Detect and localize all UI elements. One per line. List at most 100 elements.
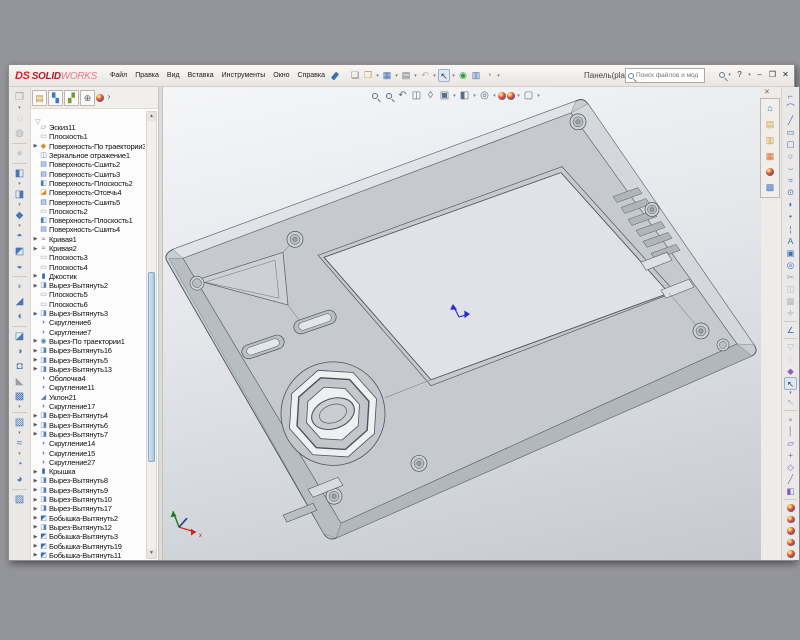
tree-item[interactable]: ▶ ▮ Джостик bbox=[32, 272, 145, 281]
taskpane-design-library-icon[interactable]: ▤ bbox=[763, 118, 777, 131]
tree-item[interactable]: ▭ Плоскость4 bbox=[32, 262, 145, 272]
tree-item[interactable]: ◗ Скругление27 bbox=[32, 458, 145, 467]
tree-item[interactable]: ▶ ◨ Вырез-Вытянуть13 bbox=[32, 365, 145, 374]
cut-revolve-icon[interactable]: ◑ bbox=[12, 344, 27, 359]
point-icon[interactable]: • bbox=[784, 210, 797, 222]
expand-icon[interactable]: ▶ bbox=[32, 552, 39, 558]
reference-icon[interactable]: ◍ bbox=[12, 126, 27, 141]
reference-coordinate-icon[interactable]: + bbox=[784, 449, 797, 461]
ellipse-icon[interactable]: ⊙ bbox=[784, 186, 797, 198]
select-tool-icon[interactable]: ↖ bbox=[784, 376, 797, 390]
apply-scene-flyout[interactable]: ▾ bbox=[516, 93, 521, 99]
tree-item[interactable]: ◗ Скругление6 bbox=[32, 318, 145, 327]
expand-icon[interactable]: ▶ bbox=[32, 273, 39, 279]
tree-item[interactable]: ▶ ◨ Вырез-Вытянуть8 bbox=[32, 476, 145, 485]
select-icon[interactable]: ↖ bbox=[438, 69, 451, 82]
revolved-boss-icon[interactable]: ◨ bbox=[12, 187, 27, 202]
scroll-down-icon[interactable]: ▼ bbox=[147, 549, 156, 558]
reference-mate-icon[interactable]: ◇ bbox=[784, 461, 797, 473]
tree-item[interactable]: ▶ ◆ Поверхность-По траектории3 bbox=[32, 142, 145, 151]
appearance-4-icon[interactable] bbox=[786, 538, 795, 547]
tangent-arc-icon[interactable]: ⌣ bbox=[784, 162, 797, 174]
appearance-1-icon[interactable] bbox=[786, 503, 795, 512]
tree-item[interactable]: ▶ ◩ Бобышка-Вытянуть3 bbox=[32, 532, 145, 541]
tree-item[interactable]: ▶ ◩ Бобышка-Вытянуть11 bbox=[32, 551, 145, 559]
expand-icon[interactable]: ▶ bbox=[32, 515, 39, 521]
select-flyout[interactable]: ▾ bbox=[451, 73, 456, 79]
attachment-icon[interactable]: ◌ bbox=[12, 111, 27, 126]
options-icon[interactable]: ◔ bbox=[483, 69, 495, 82]
zoom-to-fit-icon[interactable] bbox=[368, 89, 381, 103]
part-model[interactable]: x bbox=[163, 87, 761, 560]
tree-item[interactable]: ▶ ◨ Вырез-Вытянуть4 bbox=[32, 411, 145, 420]
expand-icon[interactable]: ▶ bbox=[32, 143, 39, 149]
sphere-preview-icon[interactable]: ● bbox=[12, 146, 27, 161]
advanced-select-icon[interactable]: ◆ bbox=[784, 365, 797, 377]
tree-item[interactable]: ▤ Поверхность-Сшить4 bbox=[32, 225, 145, 234]
centerpoint-arc-icon[interactable]: ⌒ bbox=[784, 102, 797, 114]
expand-icon[interactable]: ▶ bbox=[32, 534, 39, 540]
taskpane-home-icon[interactable]: ⌂ bbox=[763, 102, 777, 115]
tab-dimxpertmanager-icon[interactable]: ⊕ bbox=[80, 89, 95, 106]
tree-item[interactable]: ◗ Скругление7 bbox=[32, 328, 145, 337]
corner-rectangle-icon[interactable]: ⌐ bbox=[784, 90, 797, 102]
previous-view-icon[interactable]: ↶ bbox=[396, 89, 409, 103]
shell-icon[interactable]: ◖ bbox=[12, 309, 27, 324]
hide-show-items-flyout[interactable]: ▾ bbox=[492, 93, 497, 99]
fillet-icon[interactable]: ◗ bbox=[12, 279, 27, 294]
tree-item[interactable]: ▶ ◨ Вырез-Вытянуть2 bbox=[32, 281, 145, 290]
pattern-flyout[interactable]: ▾ bbox=[17, 404, 22, 410]
taskpane-file-explorer-icon[interactable]: ▥ bbox=[763, 134, 777, 147]
expand-icon[interactable]: ▶ bbox=[32, 506, 39, 512]
menu-инструменты[interactable]: Инструменты bbox=[218, 70, 270, 81]
search-box[interactable] bbox=[625, 68, 705, 83]
search-icon[interactable] bbox=[719, 71, 725, 78]
convert-entities-icon[interactable]: ▣ bbox=[784, 247, 797, 259]
tree-item[interactable]: ◫ Зеркальное отражение1 bbox=[32, 151, 145, 160]
expand-icon[interactable]: ▶ bbox=[32, 422, 39, 428]
select-over-geometry-icon[interactable]: ↖ bbox=[784, 396, 797, 408]
open-document-icon[interactable]: ❐ bbox=[362, 69, 374, 82]
thicken-icon[interactable]: ◒ bbox=[12, 259, 27, 274]
print-flyout[interactable]: ▾ bbox=[413, 73, 418, 79]
tree-item[interactable]: ▶ ◩ Бобышка-Вытянуть19 bbox=[32, 541, 145, 551]
taskpane-appearances-icon[interactable] bbox=[766, 168, 774, 176]
rebuild-icon[interactable]: ◉ bbox=[457, 69, 469, 82]
extruded-boss-icon[interactable]: ◧ bbox=[12, 166, 27, 181]
open-document-flyout[interactable]: ▾ bbox=[375, 73, 380, 79]
tree-item[interactable]: ▱ Эскиз11 bbox=[32, 123, 145, 132]
hole-wizard-icon[interactable]: ◘ bbox=[12, 359, 27, 374]
trim-entities-icon[interactable]: ✂ bbox=[784, 271, 797, 283]
appearance-3-icon[interactable] bbox=[786, 527, 795, 535]
tree-item[interactable]: ▶ ◨ Вырез-Вытянуть16 bbox=[32, 346, 145, 355]
expand-icon[interactable]: ▶ bbox=[32, 366, 39, 372]
help-button[interactable]: ? bbox=[734, 69, 745, 80]
search-input[interactable] bbox=[636, 72, 698, 79]
apply-scene-icon[interactable] bbox=[507, 92, 515, 100]
view-settings-icon[interactable]: ▢ bbox=[522, 89, 535, 103]
rectangle-icon[interactable]: ▭ bbox=[784, 126, 797, 138]
move-entities-icon[interactable]: ✛ bbox=[784, 307, 797, 319]
tree-item[interactable]: ◗ Скругление11 bbox=[32, 383, 145, 392]
expand-icon[interactable]: ▶ bbox=[32, 338, 39, 344]
menu-правка[interactable]: Правка bbox=[131, 70, 163, 81]
view-orientation-flyout[interactable]: ▾ bbox=[452, 93, 457, 99]
helix-icon[interactable]: ◔ bbox=[12, 457, 27, 472]
boundary-boss-icon[interactable]: ◩ bbox=[12, 244, 27, 259]
menu-файл[interactable]: Файл bbox=[106, 70, 131, 81]
tree-item[interactable]: ▶ ◨ Вырез-Вытянуть5 bbox=[32, 355, 145, 365]
reference-line-icon[interactable]: ╱ bbox=[784, 473, 797, 485]
menu-справка[interactable]: Справка bbox=[294, 70, 329, 81]
pattern-icon[interactable]: ▩ bbox=[12, 389, 27, 404]
appearance-5-icon[interactable] bbox=[786, 550, 795, 559]
menu-окно[interactable]: Окно bbox=[269, 70, 293, 81]
taskpane-custom-properties-icon[interactable]: ▩ bbox=[763, 181, 777, 194]
save-icon[interactable]: ▦ bbox=[381, 69, 393, 82]
expand-icon[interactable]: ▶ bbox=[32, 487, 39, 493]
line-icon[interactable]: ╱ bbox=[784, 114, 797, 126]
tab-configurationmanager-icon[interactable]: ▞ bbox=[64, 89, 79, 106]
new-document-icon[interactable]: ❏ bbox=[349, 69, 361, 82]
graphics-viewport[interactable]: x ↶ ◫ ◊ ▣ ▾ ◧ ▾ ◎ ▾ ▾ ▢ ▾ bbox=[163, 87, 761, 560]
tree-item[interactable]: ◗ Скругление14 bbox=[32, 439, 145, 448]
reference-axis-icon[interactable]: │ bbox=[784, 425, 797, 437]
